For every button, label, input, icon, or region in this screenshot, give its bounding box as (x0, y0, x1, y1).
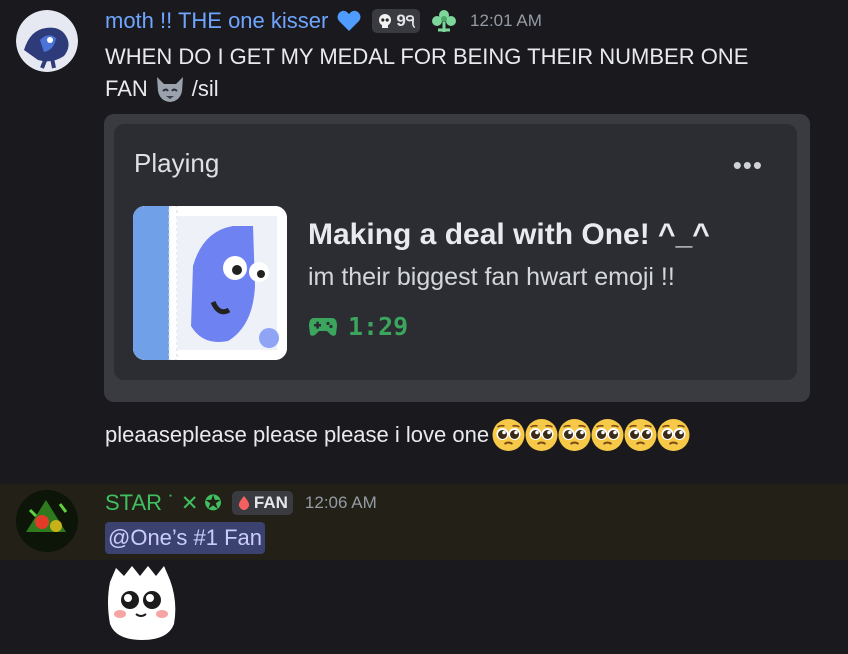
drop-icon (237, 495, 251, 511)
blue-heart-icon (336, 9, 362, 33)
activity-label: Playing (134, 148, 220, 178)
message-content: WHEN DO I GET MY MEDAL FOR BEING THEIR N… (105, 41, 805, 105)
role-badge-text: FAN (253, 493, 288, 512)
wolf-emoji-icon (154, 75, 186, 103)
guild-tag[interactable]: 9੧ (372, 9, 421, 33)
message-header: moth !! THE one kisser 9੧ 12:01 AM (105, 6, 542, 36)
pleading-face-emoji-icon (491, 418, 526, 452)
name-decoration: ˙ ✕ ✪ (168, 491, 222, 515)
skull-icon (377, 13, 393, 29)
message-content: @One’s #1 Fan (105, 522, 266, 554)
more-options-button[interactable]: ••• (733, 150, 763, 181)
pleading-face-emoji-icon (590, 418, 625, 452)
avatar[interactable] (16, 10, 78, 72)
game-art[interactable] (133, 206, 287, 360)
game-title: Making a deal with One! ^_^ (308, 218, 710, 251)
elapsed-timer: 1:29 (308, 312, 408, 341)
pleading-face-emoji-icon (656, 418, 691, 452)
followup-text: pleaaseplease please please i love one (105, 422, 490, 447)
message-line-2: FAN /sil (105, 73, 805, 105)
pleading-face-emoji-icon (557, 418, 592, 452)
message-header: STAR ˙ ✕ ✪ FAN 12:06 AM (105, 488, 377, 518)
pleading-face-emoji-icon (524, 418, 559, 452)
activity-embed[interactable]: Playing ••• Making a deal with One! ^_^ … (104, 114, 810, 402)
message-line-2-text: FAN (105, 76, 148, 101)
message-moth: moth !! THE one kisser 9੧ 12:01 AM WHEN … (0, 0, 848, 470)
pleading-face-emoji-icon (623, 418, 658, 452)
game-subtitle: im their biggest fan hwart emoji !! (308, 263, 675, 291)
message-followup: pleaaseplease please please i love one (105, 418, 691, 452)
emoji-row (491, 418, 691, 452)
role-mention[interactable]: @One’s #1 Fan (105, 522, 266, 554)
message-star: STAR ˙ ✕ ✪ FAN 12:06 AM @One’s #1 Fan (0, 484, 848, 560)
username[interactable]: moth !! THE one kisser (105, 8, 328, 34)
timestamp: 12:01 AM (470, 11, 542, 30)
avatar[interactable] (16, 490, 78, 552)
message-line-2-suffix: /sil (191, 76, 219, 101)
activity-card: Playing ••• Making a deal with One! ^_^ … (114, 124, 797, 380)
message-line-1: WHEN DO I GET MY MEDAL FOR BEING THEIR N… (105, 44, 749, 69)
guild-tag-text: 9੧ (396, 11, 416, 30)
elapsed-time: 1:29 (348, 312, 409, 341)
gamepad-icon (308, 316, 338, 338)
flower-icon (430, 8, 458, 34)
role-badge[interactable]: FAN (231, 491, 293, 515)
username[interactable]: STAR (105, 490, 162, 516)
ghost-sticker-icon[interactable] (104, 562, 180, 642)
timestamp: 12:06 AM (304, 493, 377, 512)
